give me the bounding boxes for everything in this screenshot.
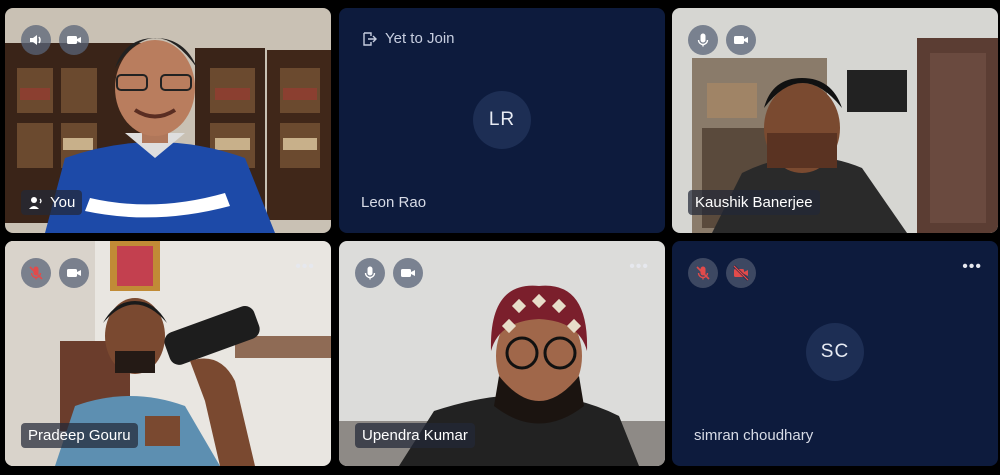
speaker-icon <box>30 35 41 45</box>
more-options-button[interactable]: ••• <box>295 259 315 275</box>
microphone-muted-button[interactable] <box>21 258 51 288</box>
microphone-icon <box>697 33 709 47</box>
camera-icon <box>67 269 81 277</box>
microphone-muted-icon <box>29 266 43 280</box>
speaking-icon <box>29 196 42 209</box>
exit-door-icon <box>363 31 377 46</box>
more-options-button[interactable]: ••• <box>629 259 649 275</box>
participant-name: Upendra Kumar <box>362 427 468 444</box>
microphone-muted-icon <box>696 266 710 280</box>
participant-name-tag: Upendra Kumar <box>355 423 475 448</box>
participant-name-tag: Kaushik Banerjee <box>688 190 820 215</box>
participant-name: Leon Rao <box>361 194 427 211</box>
participant-name: You <box>50 194 76 211</box>
microphone-icon <box>364 266 376 280</box>
participant-name-tag: Pradeep Gouru <box>21 423 138 448</box>
participant-tile-pradeep-gouru[interactable]: ••• Pradeep Gouru <box>5 241 331 466</box>
more-options-button[interactable]: ••• <box>962 259 982 275</box>
camera-icon <box>734 36 748 44</box>
participant-tile-you[interactable]: You <box>5 8 331 233</box>
participant-name: Kaushik Banerjee <box>695 194 813 211</box>
participant-name: Pradeep Gouru <box>28 427 131 444</box>
camera-button[interactable] <box>59 258 89 288</box>
camera-icon <box>67 36 81 44</box>
camera-button[interactable] <box>726 25 756 55</box>
microphone-button[interactable] <box>688 25 718 55</box>
camera-button[interactable] <box>59 25 89 55</box>
camera-button[interactable] <box>393 258 423 288</box>
avatar-initials: SC <box>806 323 864 381</box>
join-status: Yet to Join <box>361 30 455 47</box>
speaker-button[interactable] <box>21 25 51 55</box>
participant-tile-leon-rao[interactable]: Yet to Join LR Leon Rao <box>339 8 665 233</box>
camera-off-button[interactable] <box>726 258 756 288</box>
participant-name: simran choudhary <box>694 427 814 444</box>
participant-tile-upendra-kumar[interactable]: ••• Upendra Kumar <box>339 241 665 466</box>
avatar-initials: LR <box>473 91 531 149</box>
microphone-button[interactable] <box>355 258 385 288</box>
participant-name-tag: You <box>21 190 83 215</box>
join-status-text: Yet to Join <box>385 30 455 47</box>
participant-tile-kaushik-banerjee[interactable]: Kaushik Banerjee <box>672 8 998 233</box>
participant-tile-simran-choudhary[interactable]: ••• SC simran choudhary <box>672 241 998 466</box>
camera-icon <box>401 269 415 277</box>
microphone-muted-button[interactable] <box>688 258 718 288</box>
camera-off-icon <box>733 265 749 281</box>
